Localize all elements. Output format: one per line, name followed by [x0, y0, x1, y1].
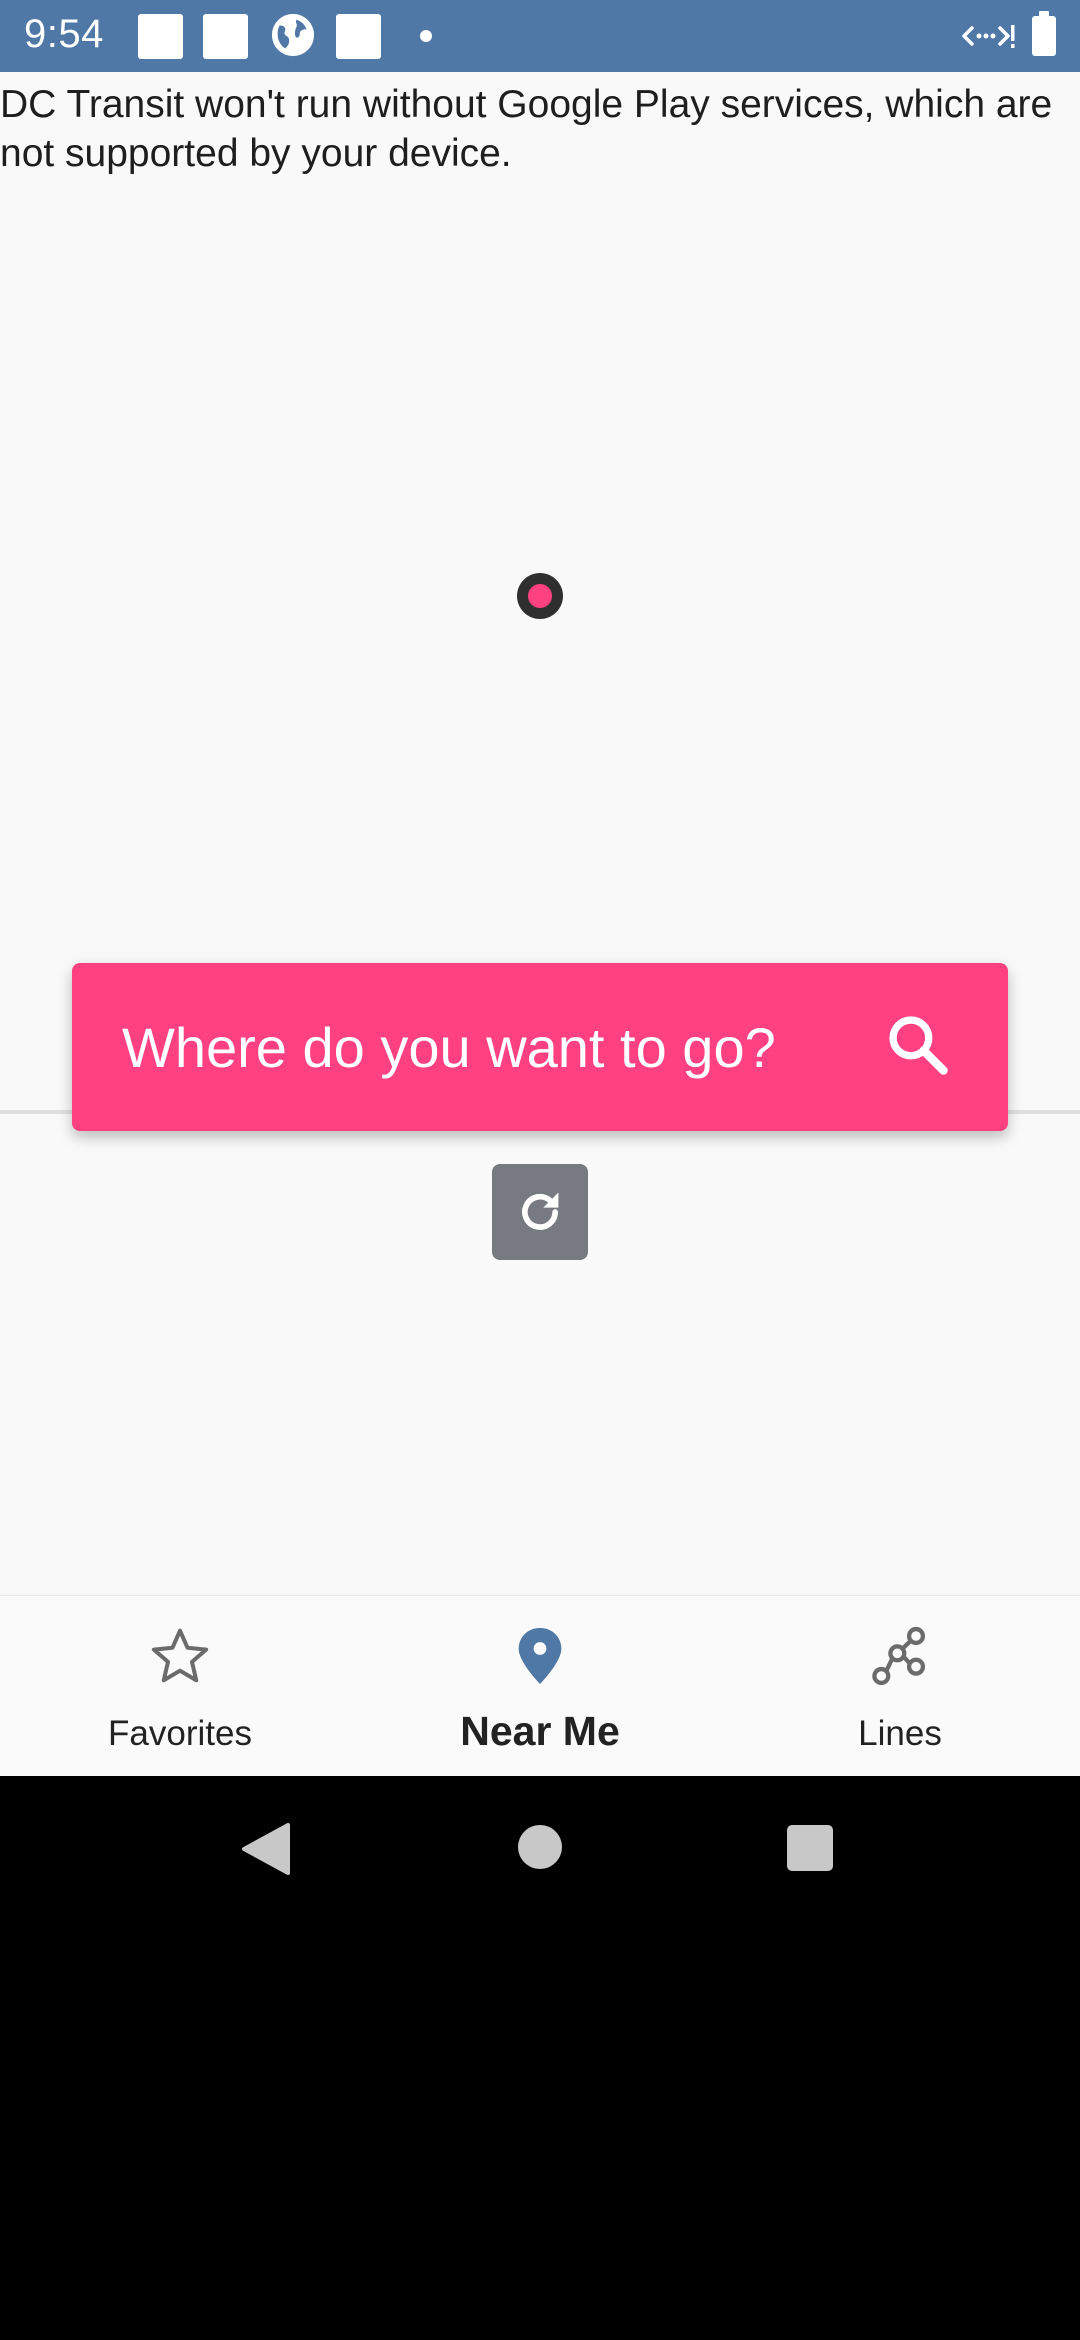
notification-icon: [336, 14, 381, 59]
signal-icon: [962, 25, 1015, 48]
home-icon[interactable]: [518, 1825, 562, 1869]
nav-near-me[interactable]: Near Me: [360, 1596, 720, 1777]
search-bar[interactable]: Where do you want to go?: [72, 963, 1008, 1131]
nav-favorites-label: Favorites: [108, 1714, 252, 1753]
route-nodes-icon: [872, 1626, 926, 1686]
refresh-button[interactable]: [492, 1164, 588, 1260]
nav-lines[interactable]: Lines: [720, 1596, 1080, 1777]
more-notifications-dot: [420, 30, 432, 42]
globe-icon: [271, 13, 315, 57]
recents-icon[interactable]: [787, 1825, 833, 1871]
nav-lines-label: Lines: [858, 1714, 942, 1753]
battery-icon: [1032, 11, 1056, 56]
search-icon[interactable]: [884, 1011, 952, 1079]
nav-near-me-label: Near Me: [460, 1708, 620, 1754]
back-icon[interactable]: [240, 1821, 290, 1877]
bottom-navigation: Favorites Near Me Lines: [0, 1595, 1080, 1776]
location-pin-icon: [518, 1628, 562, 1684]
star-icon: [151, 1628, 209, 1683]
app-screen: 9:54 DC Transit won't run without Google…: [0, 0, 1080, 2340]
current-location-marker[interactable]: [517, 573, 563, 619]
play-services-error-message: DC Transit won't run without Google Play…: [0, 83, 1053, 175]
notification-icon: [138, 14, 183, 59]
nav-favorites[interactable]: Favorites: [0, 1596, 360, 1777]
status-time: 9:54: [24, 12, 104, 56]
main-content: DC Transit won't run without Google Play…: [0, 72, 1080, 1595]
search-placeholder: Where do you want to go?: [122, 1016, 776, 1079]
status-bar: 9:54: [0, 0, 1080, 72]
notification-icon: [203, 14, 248, 59]
refresh-icon: [522, 1192, 559, 1230]
system-navigation-bar: [0, 1776, 1080, 2340]
